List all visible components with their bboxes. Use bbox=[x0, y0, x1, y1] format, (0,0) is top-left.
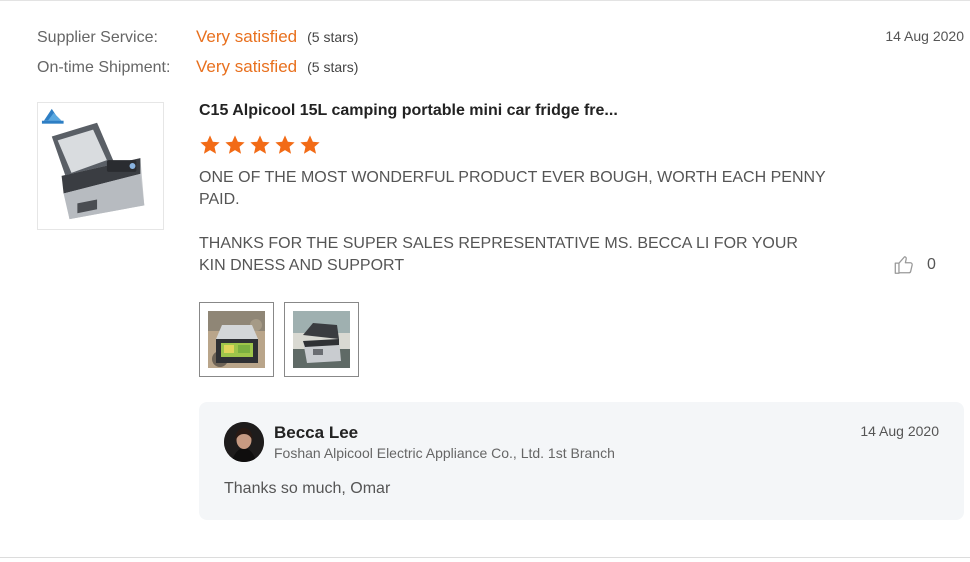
thumbs-up-icon bbox=[894, 256, 913, 274]
rating-row-supplier-service: Supplier Service: Very satisfied (5 star… bbox=[37, 27, 358, 49]
rating-label: On-time Shipment: bbox=[37, 59, 171, 76]
avatar-image bbox=[224, 422, 264, 462]
seller-reply: Becca Lee Foshan Alpicool Electric Appli… bbox=[199, 402, 964, 520]
product-thumbnail[interactable] bbox=[37, 102, 164, 230]
rating-value: Very satisfied bbox=[196, 27, 298, 46]
bottom-divider bbox=[0, 557, 970, 558]
reply-date: 14 Aug 2020 bbox=[860, 423, 939, 439]
rating-row-on-time-shipment: On-time Shipment: Very satisfied (5 star… bbox=[37, 57, 358, 79]
review-paragraph: THANKS FOR THE SUPER SALES REPRESENTATIV… bbox=[199, 235, 798, 274]
product-title-link[interactable]: C15 Alpicool 15L camping portable mini c… bbox=[199, 102, 618, 120]
review-photo-2[interactable] bbox=[284, 302, 359, 377]
review-photo-image bbox=[208, 311, 265, 368]
like-count: 0 bbox=[927, 256, 936, 273]
rating-note: (5 stars) bbox=[307, 59, 359, 75]
rating-value: Very satisfied bbox=[196, 57, 298, 76]
product-image bbox=[38, 103, 163, 229]
top-divider bbox=[0, 0, 970, 1]
rating-label: Supplier Service: bbox=[37, 29, 158, 46]
review-photo-image bbox=[293, 311, 350, 368]
rating-note: (5 stars) bbox=[307, 29, 359, 45]
review-photo-1[interactable] bbox=[199, 302, 274, 377]
star-icon bbox=[225, 135, 245, 154]
star-icon bbox=[200, 135, 220, 154]
review-date: 14 Aug 2020 bbox=[885, 28, 964, 44]
reply-author-name: Becca Lee bbox=[274, 423, 359, 442]
star-icon bbox=[250, 135, 270, 154]
star-icon bbox=[300, 135, 320, 154]
reply-company-name: Foshan Alpicool Electric Appliance Co., … bbox=[274, 445, 615, 461]
avatar bbox=[224, 422, 264, 462]
star-rating bbox=[199, 134, 321, 156]
star-icon bbox=[275, 135, 295, 154]
like-button[interactable]: 0 bbox=[893, 254, 936, 276]
review-paragraph: ONE OF THE MOST WONDERFUL PRODUCT EVER B… bbox=[199, 169, 826, 208]
reply-message: Thanks so much, Omar bbox=[224, 480, 391, 497]
